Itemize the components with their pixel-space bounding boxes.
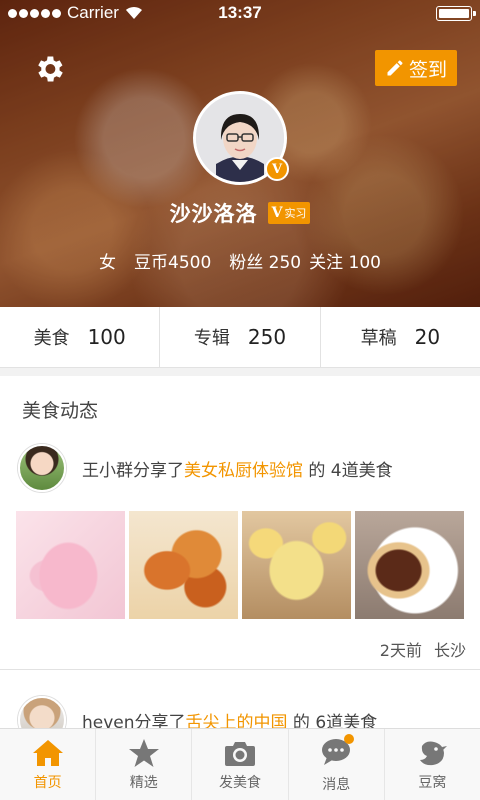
tab-nest[interactable]: 豆窝 (383, 729, 480, 800)
camera-icon (225, 741, 255, 766)
post-photos (16, 511, 464, 619)
count-food-label: 美食 (33, 328, 70, 349)
tab-featured-label: 精选 (129, 774, 158, 791)
home-icon (32, 739, 63, 766)
count-drafts-label: 草稿 (360, 328, 397, 349)
post-location: 长沙 (433, 641, 466, 660)
tab-post-food[interactable]: 发美食 (191, 729, 287, 800)
post-avatar[interactable] (18, 696, 66, 728)
post-user[interactable]: 王小群分享了 (82, 461, 184, 481)
food-photo[interactable] (355, 511, 464, 619)
count-albums-label: 专辑 (193, 328, 230, 349)
gender-label: 女 (99, 253, 116, 273)
post-user[interactable]: heven分享了 (82, 713, 186, 729)
status-bar: Carrier 13:37 (0, 0, 480, 26)
feed-divider (0, 669, 480, 670)
follows-link[interactable]: 关注 100 (309, 248, 381, 273)
coins-label: 豆币4500 (134, 253, 212, 273)
battery-icon (436, 6, 476, 21)
content-counts: 美食 100 专辑 250 草稿 20 (0, 307, 480, 368)
unread-dot (344, 733, 355, 744)
intern-badge-v: V (271, 205, 283, 221)
food-photo[interactable] (16, 511, 125, 619)
feed-title: 美食动态 (22, 400, 99, 422)
post-text: 王小群分享了美女私厨体验馆 的 4道美食 (82, 456, 393, 481)
post-link[interactable]: 舌尖上的中国 (186, 713, 288, 729)
post-suffix: 的 6道美食 (287, 712, 378, 729)
intern-badge: V 实习 (267, 202, 311, 224)
status-time: 13:37 (218, 3, 262, 22)
tab-featured[interactable]: 精选 (95, 729, 191, 800)
profile-avatar[interactable]: V (193, 91, 289, 185)
star-icon (128, 738, 159, 767)
pencil-icon (387, 60, 403, 76)
messages-icon-wrap (320, 733, 355, 770)
post-avatar[interactable] (18, 444, 66, 492)
post-meta: 2天前 长沙 (380, 637, 466, 661)
verified-badge: V (265, 157, 289, 181)
signin-button[interactable]: 签到 (375, 50, 457, 86)
signin-label: 签到 (408, 58, 447, 81)
count-food-value: 100 (87, 325, 126, 349)
count-drafts[interactable]: 草稿 20 (319, 307, 480, 367)
tab-nest-label: 豆窝 (418, 774, 447, 791)
food-feed: 美食动态 王小群分享了美女私厨体验馆 的 4道美食 2天前 长沙 heven分享… (0, 376, 480, 728)
intern-badge-label: 实习 (284, 207, 307, 220)
bird-icon (420, 741, 448, 765)
post-header: heven分享了舌尖上的中国 的 6道美食 (18, 696, 377, 728)
post-link[interactable]: 美女私厨体验馆 (184, 461, 303, 481)
username: 沙沙洛洛 (169, 202, 258, 226)
tab-messages-label: 消息 (322, 776, 351, 793)
count-drafts-value: 20 (414, 325, 441, 349)
tab-bar: 首页 精选 发美食 消息 豆窝 (0, 728, 480, 800)
tab-home[interactable]: 首页 (0, 729, 95, 800)
gear-icon[interactable] (32, 52, 66, 86)
tab-post-food-label: 发美食 (219, 774, 261, 791)
post-suffix: 的 4道美食 (303, 460, 393, 481)
username-row: 沙沙洛洛 V 实习 (0, 198, 480, 228)
profile-stats: 女 豆币4500 粉丝 250 关注 100 (0, 248, 480, 273)
post-header: 王小群分享了美女私厨体验馆 的 4道美食 (18, 444, 393, 492)
food-photo[interactable] (242, 511, 351, 619)
tab-home-label: 首页 (33, 774, 62, 791)
count-albums[interactable]: 专辑 250 (159, 307, 319, 367)
profile-header: Carrier 13:37 签到 V 沙沙洛洛 V 实习 女 豆币4500 粉丝… (0, 0, 480, 307)
fans-link[interactable]: 粉丝 250 (229, 248, 301, 273)
food-photo[interactable] (129, 511, 238, 619)
tab-messages[interactable]: 消息 (287, 729, 384, 800)
count-food[interactable]: 美食 100 (0, 307, 159, 367)
post-text: heven分享了舌尖上的中国 的 6道美食 (82, 708, 377, 729)
count-albums-value: 250 (247, 325, 287, 349)
post-time: 2天前 (379, 641, 422, 660)
